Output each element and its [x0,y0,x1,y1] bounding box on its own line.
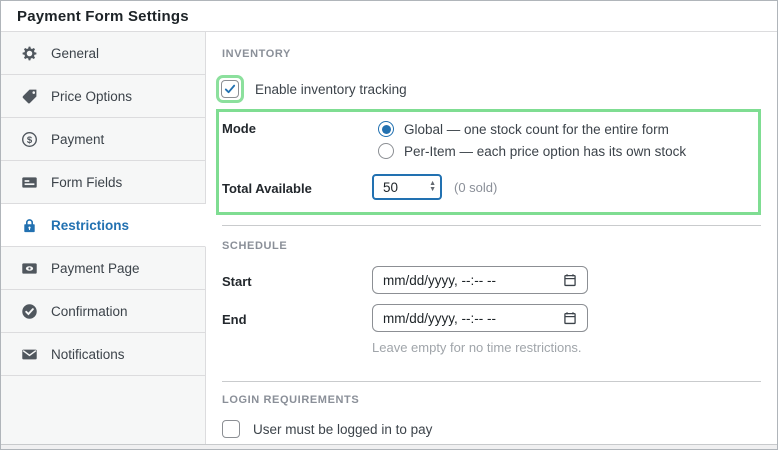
lock-icon [21,217,38,234]
mode-label: Mode [222,121,256,136]
browser-eye-icon [21,260,38,277]
envelope-icon [21,346,38,363]
end-label: End [222,312,247,327]
mode-option-global[interactable]: Global — one stock count for the entire … [372,118,750,140]
titlebar: Payment Form Settings [1,1,777,32]
tag-icon [21,88,38,105]
start-datetime-input[interactable]: mm/dd/yyyy, --:-- -- [372,266,588,294]
sidebar-item-notifications[interactable]: Notifications [1,333,206,376]
end-datetime-placeholder: mm/dd/yyyy, --:-- -- [383,310,496,326]
schedule-start-row: Start mm/dd/yyyy, --:-- -- [222,266,761,294]
sidebar-item-label: Restrictions [51,217,130,233]
inventory-section-heading: Inventory [222,48,291,60]
login-required-checkbox[interactable] [222,420,240,438]
payment-form-settings-dialog: Payment Form Settings General Price Opti… [0,0,778,450]
mode-radio-group: Global — one stock count for the entire … [372,118,750,162]
mode-option-global-label: Global — one stock count for the entire … [404,121,669,137]
end-datetime-input[interactable]: mm/dd/yyyy, --:-- -- [372,304,588,332]
sidebar-filler [1,376,206,444]
mode-row: Mode Global — one stock count for the en… [222,118,750,162]
svg-text:$: $ [27,134,33,145]
enable-inventory-tracking-checkbox[interactable] [221,80,239,98]
start-datetime-placeholder: mm/dd/yyyy, --:-- -- [383,272,496,288]
sidebar-item-label: Form Fields [51,174,123,190]
window-bottom-edge [1,444,777,449]
calendar-icon[interactable] [563,273,577,287]
gear-icon [21,45,38,62]
sidebar-item-confirmation[interactable]: Confirmation [1,290,206,333]
sidebar-item-restrictions[interactable]: Restrictions [1,204,206,247]
sidebar-item-label: Confirmation [51,303,128,319]
sidebar-item-payment-page[interactable]: Payment Page [1,247,206,290]
sidebar-item-label: Price Options [51,88,133,104]
sidebar-item-label: Payment Page [51,260,140,276]
schedule-end-row: End mm/dd/yyyy, --:-- -- [222,304,761,332]
sidebar-item-general[interactable]: General [1,32,206,75]
settings-sidebar: General Price Options $ Payment Form Fie… [1,32,206,444]
enable-inventory-tracking-label: Enable inventory tracking [255,81,407,97]
sidebar-item-payment[interactable]: $ Payment [1,118,206,161]
radio-selected-icon[interactable] [378,121,394,137]
total-available-row: Total Available 50 ▲ ▼ (0 sold) [222,174,750,200]
mode-option-per-item[interactable]: Per-Item — each price option has its own… [372,140,750,162]
login-required-row: User must be logged in to pay [222,420,761,438]
page-title: Payment Form Settings [17,7,189,25]
total-available-label: Total Available [222,181,312,196]
login-requirements-section-heading: Login Requirements [222,394,360,406]
section-divider [222,225,761,226]
inventory-options-highlight-box: Mode Global — one stock count for the en… [216,109,761,215]
highlight-ring [216,75,244,103]
schedule-helper-text: Leave empty for no time restrictions. [372,340,582,355]
schedule-section-heading: Schedule [222,240,288,252]
enable-inventory-tracking-row: Enable inventory tracking [216,75,761,103]
sold-count-note: (0 sold) [454,179,498,195]
sidebar-item-label: Payment [51,131,105,147]
mode-option-per-item-label: Per-Item — each price option has its own… [404,143,687,159]
section-divider [222,381,761,382]
radio-unselected-icon[interactable] [378,143,394,159]
total-available-value: 50 [383,179,399,195]
dollar-circle-icon: $ [21,131,38,148]
stepper-down-icon[interactable]: ▼ [429,186,436,193]
sidebar-item-label: General [51,45,100,61]
sidebar-item-form-fields[interactable]: Form Fields [1,161,206,204]
sidebar-item-price-options[interactable]: Price Options [1,75,206,118]
start-label: Start [222,274,252,289]
form-card-icon [21,174,38,191]
number-stepper[interactable]: ▲ ▼ [429,180,436,193]
calendar-icon[interactable] [563,311,577,325]
restrictions-panel: Inventory Enable inventory tracking Mode… [206,32,777,444]
sidebar-item-label: Notifications [51,346,125,362]
check-circle-icon [21,303,38,320]
login-required-label: User must be logged in to pay [253,421,433,437]
total-available-input[interactable]: 50 ▲ ▼ [372,174,442,200]
